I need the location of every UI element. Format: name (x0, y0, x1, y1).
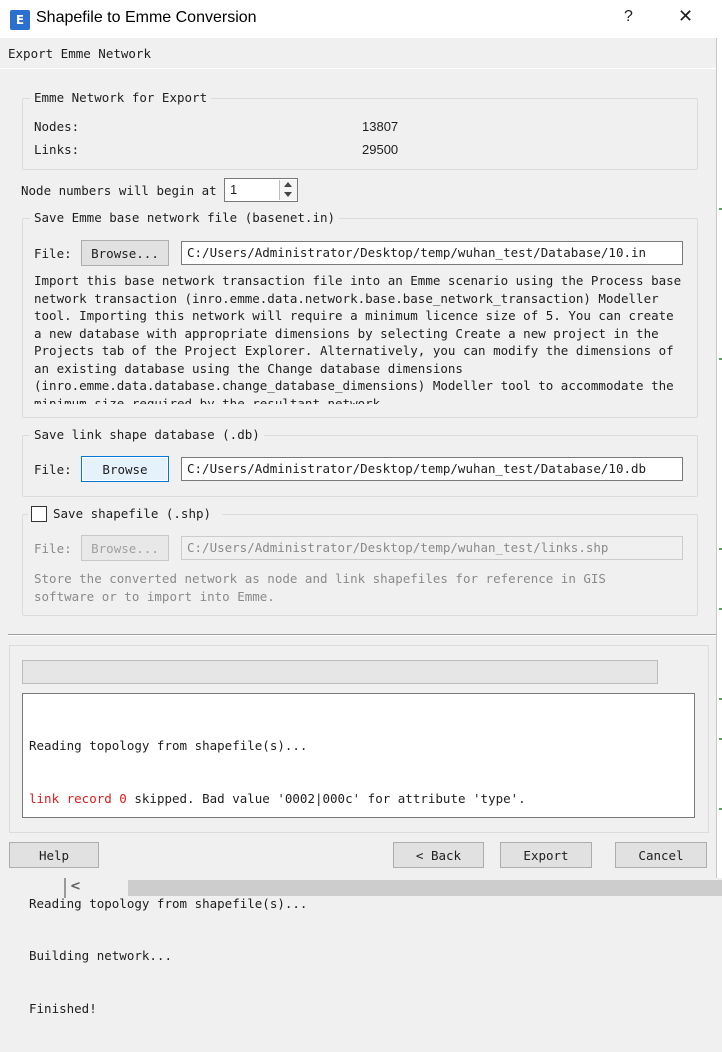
help-button[interactable]: Help (9, 842, 99, 868)
linkshape-path-input[interactable]: C:/Users/Administrator/Desktop/temp/wuha… (181, 457, 683, 481)
shapefile-checkbox[interactable] (31, 506, 47, 522)
log-line: Reading topology from shapefile(s)... (29, 738, 308, 753)
page-title: Export Emme Network (8, 46, 151, 61)
spinbox-arrows (279, 180, 297, 200)
spin-up-icon[interactable] (284, 182, 292, 187)
basenet-file-label: File: (34, 246, 72, 261)
links-label: Links: (34, 142, 80, 157)
divider (0, 68, 716, 69)
log-output[interactable]: Reading topology from shapefile(s)... li… (22, 693, 695, 1016)
linkshape-browse-button[interactable]: Browse (81, 456, 169, 482)
spin-down-icon[interactable] (284, 192, 292, 197)
log-warning-text: skipped. Bad value '0002|000c' for attri… (126, 790, 526, 806)
log-error-text: link record 0 (29, 790, 127, 806)
linkshape-file-label: File: (34, 462, 72, 477)
node-start-label: Node numbers will begin at (21, 183, 217, 198)
basenet-browse-button[interactable]: Browse... (81, 240, 169, 266)
links-value: 29500 (362, 142, 399, 157)
shapefile-path-input[interactable]: C:/Users/Administrator/Desktop/temp/wuha… (181, 536, 683, 560)
log-line: Building network... (29, 948, 172, 963)
back-button[interactable]: < Back (393, 842, 484, 868)
background-window-edge (716, 38, 722, 878)
linkshape-group-title: Save link shape database (.db) (30, 427, 264, 442)
window-title: Shapefile to Emme Conversion (36, 9, 257, 26)
app-icon: E (10, 10, 30, 30)
nodes-value: 13807 (362, 119, 399, 134)
scroll-left-icon[interactable]: < (70, 879, 81, 894)
scrollbar-border (64, 878, 66, 898)
log-line-warning: link record 0 skipped. Bad value '0002|0… (29, 790, 526, 808)
nodes-label: Nodes: (34, 119, 80, 134)
help-question-icon[interactable]: ? (624, 8, 633, 26)
separator-highlight (8, 635, 716, 636)
network-group (22, 98, 698, 170)
node-start-value: 1 (230, 182, 238, 197)
scrollbar-thumb[interactable] (128, 880, 722, 896)
basenet-instructions: Import this base network transaction fil… (34, 273, 682, 404)
shapefile-browse-button[interactable]: Browse... (81, 535, 169, 561)
export-button[interactable]: Export (500, 842, 592, 868)
shapefile-instructions: Store the converted network as node and … (34, 571, 606, 604)
close-icon[interactable]: ✕ (678, 6, 693, 27)
basenet-group-title: Save Emme base network file (basenet.in) (30, 210, 340, 225)
network-group-title: Emme Network for Export (30, 90, 212, 105)
basenet-path-input[interactable]: C:/Users/Administrator/Desktop/temp/wuha… (181, 241, 683, 265)
progress-bar (22, 660, 658, 684)
cancel-button[interactable]: Cancel (615, 842, 707, 868)
log-line: Finished! (29, 1000, 97, 1016)
shapefile-file-label: File: (34, 541, 72, 556)
shapefile-group-title: Save shapefile (.shp) (53, 506, 212, 521)
